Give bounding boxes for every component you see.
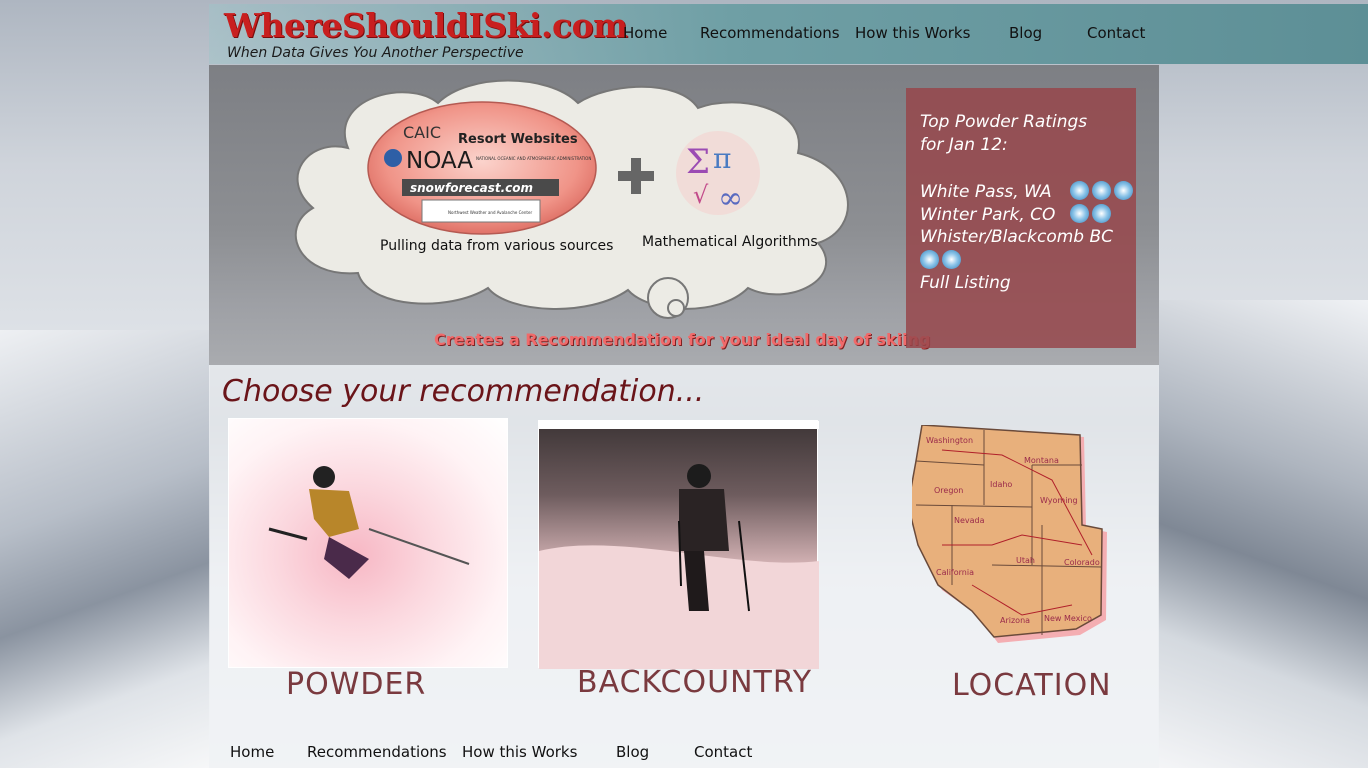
state-label: Colorado	[1064, 558, 1100, 567]
resort-websites-text: Resort Websites	[458, 132, 578, 147]
pi-icon: π	[713, 142, 731, 175]
state-label: Wyoming	[1040, 496, 1078, 505]
skier-jacket	[309, 489, 359, 537]
caic-logo-text: CAIC	[403, 123, 441, 142]
background-mountains-right	[1158, 300, 1368, 768]
state-label: Utah	[1016, 556, 1035, 565]
western-states-map	[912, 425, 1103, 638]
thought-cloud: CAIC Resort Websites NOAA NATIONAL OCEAN…	[294, 79, 849, 319]
skier-pole	[368, 528, 470, 565]
state-label: Washington	[926, 436, 973, 445]
state-label: Arizona	[1000, 616, 1030, 625]
math-label: Mathematical Algorithms	[642, 234, 818, 250]
sqrt-icon: √	[693, 181, 709, 209]
snowflake-rating	[1067, 204, 1111, 225]
recommendation-heading: Choose your recommendation...	[222, 374, 705, 409]
site-tagline: When Data Gives You Another Perspective	[227, 45, 524, 61]
skier-head	[687, 464, 711, 488]
skier-helmet	[313, 466, 335, 488]
rating-resort-name[interactable]: Winter Park, CO	[920, 205, 1055, 225]
plus-vertical	[631, 158, 641, 194]
nwac-logo-text: Northwest Weather and Avalanche Center	[448, 210, 532, 215]
site-logo[interactable]: WhereShouldISki.com	[224, 6, 628, 45]
rating-item[interactable]: Whister/Blackcomb BC	[920, 227, 1113, 247]
background-mountains-left	[0, 330, 210, 768]
nav-home-link[interactable]: Home	[623, 24, 667, 42]
ratings-title-line2: for Jan 12:	[920, 135, 1008, 155]
backcountry-card-label[interactable]: BACKCOUNTRY	[577, 665, 812, 700]
full-listing-link[interactable]: Full Listing	[920, 273, 1011, 293]
noaa-emblem-icon	[384, 149, 402, 167]
location-card-label[interactable]: LOCATION	[952, 668, 1112, 703]
snow-slope	[539, 545, 819, 669]
skier-backpack	[679, 489, 729, 551]
footer-blog-link[interactable]: Blog	[616, 743, 649, 761]
rating-resort-name[interactable]: White Pass, WA	[920, 182, 1052, 202]
skier-pants	[324, 537, 369, 579]
snowflake-icon	[1070, 181, 1090, 200]
snowflake-icon	[920, 250, 939, 269]
thought-bubble-small	[667, 299, 685, 317]
noaa-logo-text: NOAA	[406, 148, 473, 174]
rating-item[interactable]: Winter Park, CO	[920, 204, 1111, 225]
backcountry-card-image[interactable]	[538, 420, 819, 669]
state-label: Idaho	[990, 480, 1012, 489]
sources-label: Pulling data from various sources	[380, 238, 614, 254]
powder-ratings-panel: Top Powder Ratings for Jan 12: White Pas…	[906, 88, 1136, 348]
footer-how-this-works-link[interactable]: How this Works	[462, 743, 577, 761]
snowflake-rating	[1067, 181, 1134, 202]
backcountry-skier-illustration	[539, 421, 819, 669]
nav-contact-link[interactable]: Contact	[1087, 24, 1145, 42]
rating-resort-name[interactable]: Whister/Blackcomb BC	[920, 227, 1113, 247]
nav-recommendations-link[interactable]: Recommendations	[700, 24, 840, 42]
ratings-title-line1: Top Powder Ratings	[920, 112, 1088, 132]
snowflake-icon	[942, 250, 961, 269]
state-label: Oregon	[934, 486, 963, 495]
state-label: New Mexico	[1044, 614, 1092, 623]
snowflake-icon	[1091, 204, 1111, 223]
state-label: Nevada	[954, 516, 985, 525]
infinity-icon: ∞	[718, 181, 743, 216]
sigma-icon: Σ	[686, 142, 710, 182]
snowflake-icon	[1069, 204, 1089, 223]
snowforecast-logo-text: snowforecast.com	[410, 181, 533, 195]
snowflake-rating	[920, 250, 961, 271]
snowflake-icon	[1092, 181, 1112, 200]
state-label: Montana	[1024, 456, 1059, 465]
powder-card-image[interactable]	[228, 418, 508, 668]
noaa-fullname-text: NATIONAL OCEANIC AND ATMOSPHERIC ADMINIS…	[476, 156, 591, 161]
location-map-image[interactable]: Washington Montana Oregon Idaho Wyoming …	[912, 425, 1108, 650]
powder-card-label[interactable]: POWDER	[286, 667, 426, 702]
powder-skier-illustration	[268, 466, 470, 579]
footer-home-link[interactable]: Home	[230, 743, 274, 761]
nav-blog-link[interactable]: Blog	[1009, 24, 1042, 42]
rating-item[interactable]: White Pass, WA	[920, 181, 1134, 202]
snowflake-icon	[1114, 181, 1134, 200]
hero-caption: Creates a Recommendation for your ideal …	[434, 330, 931, 349]
photo-border	[539, 421, 819, 429]
footer-contact-link[interactable]: Contact	[694, 743, 752, 761]
nav-how-this-works-link[interactable]: How this Works	[855, 24, 970, 42]
skier-pole	[268, 527, 308, 541]
footer-recommendations-link[interactable]: Recommendations	[307, 743, 447, 761]
state-label: California	[936, 568, 974, 577]
